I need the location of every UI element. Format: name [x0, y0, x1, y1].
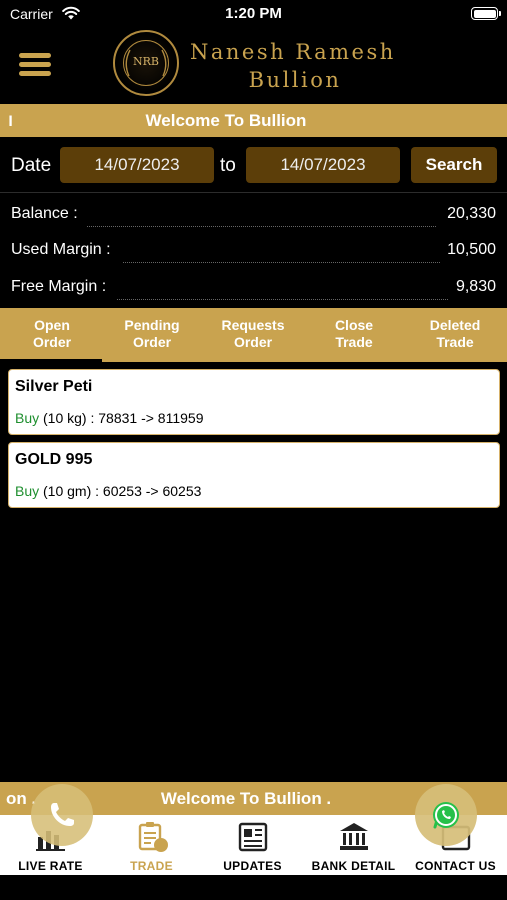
ticker-text: Welcome To Bullion: [145, 111, 307, 130]
tab-label: CONTACT US: [415, 859, 496, 873]
brand-name-line2: Bullion: [248, 68, 342, 92]
phone-icon: [51, 803, 74, 826]
hamburger-menu-icon[interactable]: [19, 53, 51, 79]
order-price-range: (10 gm) : 60253 -> 60253: [39, 483, 202, 499]
tab-deleted-trade[interactable]: Deleted Trade: [405, 317, 505, 351]
tab-trade[interactable]: TRADE: [101, 815, 202, 875]
balance-row: Balance : 20,330: [11, 205, 496, 229]
tab-label: BANK DETAIL: [311, 859, 396, 873]
date-filter-row: Date 14/07/2023 to 14/07/2023 Search: [0, 146, 507, 186]
whatsapp-button[interactable]: [415, 784, 477, 846]
tab-pending-order[interactable]: Pending Order: [102, 317, 202, 351]
free-margin-value: 9,830: [455, 278, 496, 295]
order-card[interactable]: GOLD 995 Buy (10 gm) : 60253 -> 60253: [8, 442, 500, 508]
whatsapp-icon: [433, 802, 459, 829]
order-side: Buy: [15, 483, 40, 499]
tab-updates[interactable]: UPDATES: [202, 815, 303, 875]
trade-document-icon: [138, 822, 168, 852]
app-header: NRB Nanesh Ramesh Bullion: [0, 28, 507, 104]
tab-close-trade[interactable]: Close Trade: [304, 317, 404, 351]
order-price-range: (10 kg) : 78831 -> 811959: [39, 410, 204, 426]
tab-label: LIVE RATE: [18, 859, 83, 873]
order-side: Buy: [15, 410, 40, 426]
call-button[interactable]: [31, 784, 93, 846]
used-margin-value: 10,500: [447, 241, 496, 258]
used-margin-label: Used Margin :: [11, 241, 111, 258]
to-label: to: [220, 155, 236, 176]
battery-icon: [471, 7, 501, 20]
order-name: GOLD 995: [15, 451, 93, 468]
free-margin-label: Free Margin :: [11, 278, 107, 295]
date-label: Date: [11, 155, 52, 176]
free-margin-row: Free Margin : 9,830: [11, 278, 496, 302]
home-indicator-area: [0, 875, 507, 900]
bank-icon: [340, 823, 368, 850]
order-card[interactable]: Silver Peti Buy (10 kg) : 78831 -> 81195…: [8, 369, 500, 435]
to-date-field[interactable]: 14/07/2023: [246, 147, 400, 183]
active-tab-indicator: [0, 359, 102, 362]
newspaper-icon: [238, 822, 268, 852]
status-bar: Carrier 1:20 PM: [0, 0, 507, 28]
brand-monogram: NRB: [133, 55, 159, 68]
search-button[interactable]: Search: [411, 147, 497, 183]
tab-open-order[interactable]: Open Order: [2, 317, 102, 351]
clock: 1:20 PM: [225, 5, 282, 22]
order-tabs: Open Order Pending Order Requests Order …: [0, 308, 507, 362]
brand-logo-seal: NRB: [113, 30, 179, 96]
tab-requests-order[interactable]: Requests Order: [203, 317, 303, 351]
tab-label: TRADE: [130, 859, 173, 873]
divider: [0, 192, 507, 193]
brand-name-line1: Nanesh Ramesh: [190, 40, 396, 64]
tab-bank-detail[interactable]: BANK DETAIL: [303, 815, 404, 875]
order-detail: Buy (10 kg) : 78831 -> 811959: [15, 410, 203, 426]
tab-label: UPDATES: [223, 859, 282, 873]
from-date-field[interactable]: 14/07/2023: [60, 147, 214, 183]
order-name: Silver Peti: [15, 378, 93, 395]
balance-value: 20,330: [447, 205, 496, 222]
used-margin-row: Used Margin : 10,500: [11, 241, 496, 265]
balance-label: Balance :: [11, 205, 78, 222]
order-detail: Buy (10 gm) : 60253 -> 60253: [15, 483, 201, 499]
welcome-ticker-top: ו Welcome To Bullion: [0, 104, 507, 137]
